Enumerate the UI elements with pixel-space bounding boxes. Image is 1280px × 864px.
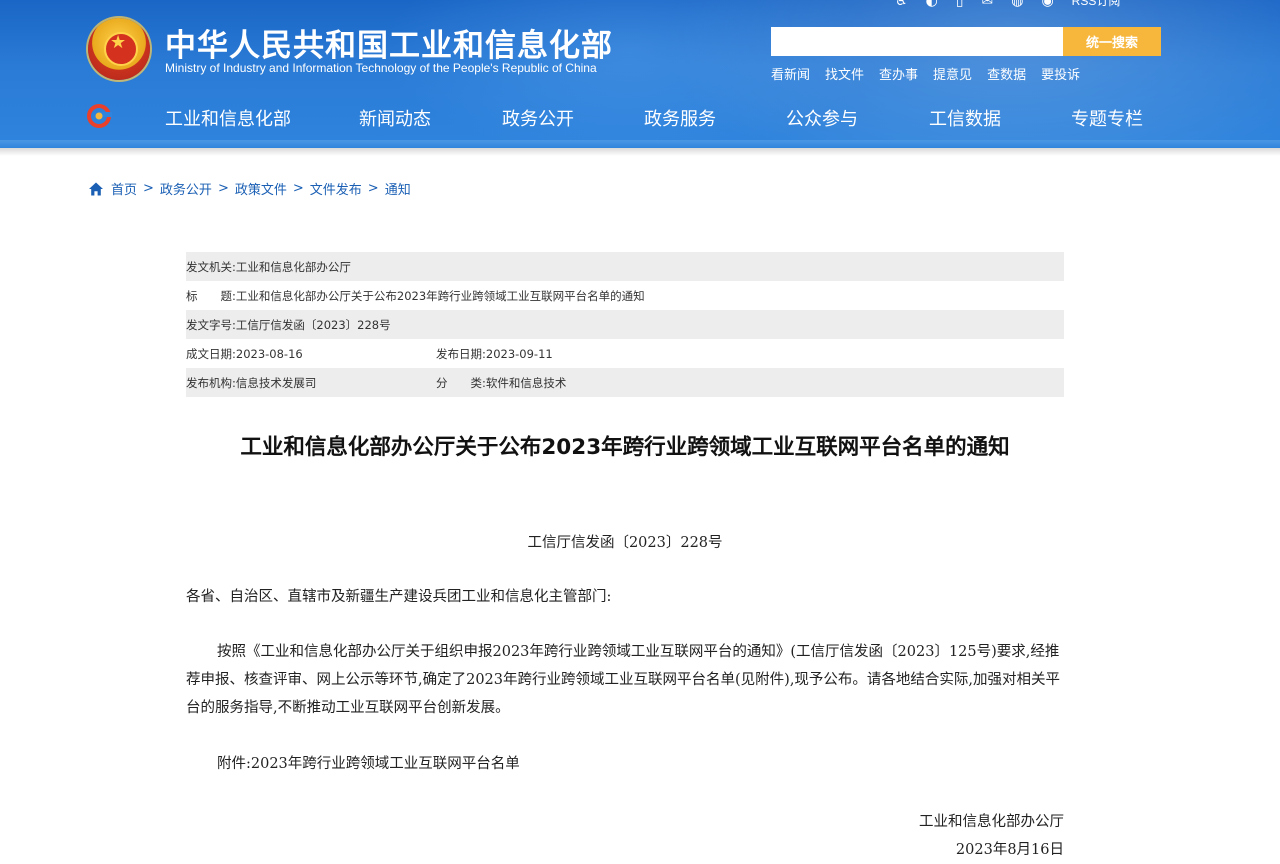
breadcrumb-home[interactable]: 首页: [111, 179, 137, 198]
breadcrumb-separator: >: [217, 181, 229, 196]
article-signature-date: 2023年8月16日: [955, 842, 1064, 858]
article-attachment-link[interactable]: 附件:2023年跨行业跨领域工业互联网平台名单: [186, 750, 1064, 778]
miit-logo-icon[interactable]: [86, 103, 112, 129]
nav-item-ministry[interactable]: 工业和信息化部: [165, 105, 291, 131]
article-body: 按照《工业和信息化部办公厅关于组织申报2023年跨行业跨领域工业互联网平台的通知…: [186, 644, 1061, 716]
meta-row-title: 标 题: 工业和信息化部办公厅关于公布2023年跨行业跨领域工业互联网平台名单的…: [186, 281, 1064, 310]
meta-created-date: 2023-08-16: [235, 346, 303, 361]
meta-row-doc-no: 发文字号: 工信厅信发函〔2023〕228号: [186, 310, 1064, 339]
quick-link-news[interactable]: 看新闻: [771, 64, 810, 83]
article-recipient: 各省、自治区、直辖市及新疆生产建设兵团工业和信息化主管部门:: [186, 589, 612, 605]
main-nav: 工业和信息化部 新闻动态 政务公开 政务服务 公众参与 工信数据 专题专栏: [0, 94, 1280, 140]
language-icon[interactable]: ◐: [926, 0, 938, 9]
quick-link-files[interactable]: 找文件: [825, 64, 864, 83]
nav-item-public[interactable]: 公众参与: [786, 105, 858, 131]
article-title: 工业和信息化部办公厅关于公布2023年跨行业跨领域工业互联网平台名单的通知: [240, 435, 1010, 460]
header-shadow: [0, 148, 1280, 156]
meta-category: 软件和信息技术: [485, 375, 567, 390]
quick-link-services[interactable]: 查办事: [879, 64, 918, 83]
meta-label: 发文字号:: [186, 317, 236, 332]
meta-org: 信息技术发展司: [235, 375, 317, 390]
meta-title: 工业和信息化部办公厅关于公布2023年跨行业跨领域工业互联网平台名单的通知: [235, 288, 645, 303]
search-button[interactable]: 统一搜索: [1063, 27, 1161, 56]
mail-icon[interactable]: ✉: [982, 0, 994, 9]
meta-issuer: 工业和信息化部办公厅: [235, 259, 351, 274]
rss-link[interactable]: RSS订阅: [1072, 0, 1121, 9]
meta-label: 分 类:: [436, 375, 486, 390]
meta-row-org: 发布机构: 信息技术发展司 分 类: 软件和信息技术: [186, 368, 1064, 397]
top-toolbar: ♿ ◐ ▯ ✉ ◍ ◉ RSS订阅: [895, 0, 1120, 10]
breadcrumb-notice[interactable]: 通知: [385, 179, 411, 198]
breadcrumb: 首页 > 政务公开 > 政策文件 > 文件发布 > 通知: [88, 179, 411, 198]
meta-row-issuer: 发文机关: 工业和信息化部办公厅: [186, 252, 1064, 281]
quick-link-feedback[interactable]: 提意见: [933, 64, 972, 83]
quick-link-complaint[interactable]: 要投诉: [1041, 64, 1080, 83]
meta-label: 发布机构:: [186, 375, 236, 390]
nav-item-data[interactable]: 工信数据: [929, 105, 1001, 131]
site-header: ★ 中华人民共和国工业和信息化部 Ministry of Industry an…: [0, 0, 1280, 148]
nav-item-gov-services[interactable]: 政务服务: [644, 105, 716, 131]
meta-doc-no: 工信厅信发函〔2023〕228号: [235, 317, 391, 332]
nav-item-gov-info[interactable]: 政务公开: [502, 105, 574, 131]
meta-label: 发布日期:: [436, 346, 486, 361]
breadcrumb-separator: >: [143, 181, 154, 196]
national-emblem-icon[interactable]: ★: [88, 18, 150, 80]
article-doc-number: 工信厅信发函〔2023〕228号: [527, 535, 723, 551]
breadcrumb-gov-info[interactable]: 政务公开: [160, 179, 212, 198]
quick-link-data[interactable]: 查数据: [987, 64, 1026, 83]
article-signature-org: 工业和信息化部办公厅: [919, 814, 1064, 830]
accessibility-icon[interactable]: ♿: [895, 0, 908, 9]
header-divider: [0, 140, 1280, 148]
wechat-icon[interactable]: ◍: [1011, 0, 1023, 9]
search-input[interactable]: [771, 27, 1063, 56]
quick-links: 看新闻 找文件 查办事 提意见 查数据 要投诉: [771, 64, 1080, 83]
document-meta-table: 发文机关: 工业和信息化部办公厅 标 题: 工业和信息化部办公厅关于公布2023…: [186, 252, 1064, 397]
site-title[interactable]: 中华人民共和国工业和信息化部: [165, 20, 613, 65]
nav-item-topics[interactable]: 专题专栏: [1071, 105, 1143, 131]
meta-row-dates: 成文日期: 2023-08-16 发布日期: 2023-09-11: [186, 339, 1064, 368]
meta-label: 标 题:: [186, 288, 236, 303]
home-icon[interactable]: [88, 181, 104, 197]
breadcrumb-policy[interactable]: 政策文件: [235, 179, 287, 198]
weibo-icon[interactable]: ◉: [1041, 0, 1053, 9]
meta-label: 成文日期:: [186, 346, 236, 361]
breadcrumb-separator: >: [292, 181, 304, 196]
nav-item-news[interactable]: 新闻动态: [359, 105, 431, 131]
site-subtitle: Ministry of Industry and Information Tec…: [165, 61, 597, 75]
meta-label: 发文机关:: [186, 259, 236, 274]
meta-published-date: 2023-09-11: [485, 346, 553, 361]
mobile-icon[interactable]: ▯: [956, 0, 964, 9]
breadcrumb-separator: >: [367, 181, 379, 196]
breadcrumb-documents[interactable]: 文件发布: [310, 179, 362, 198]
